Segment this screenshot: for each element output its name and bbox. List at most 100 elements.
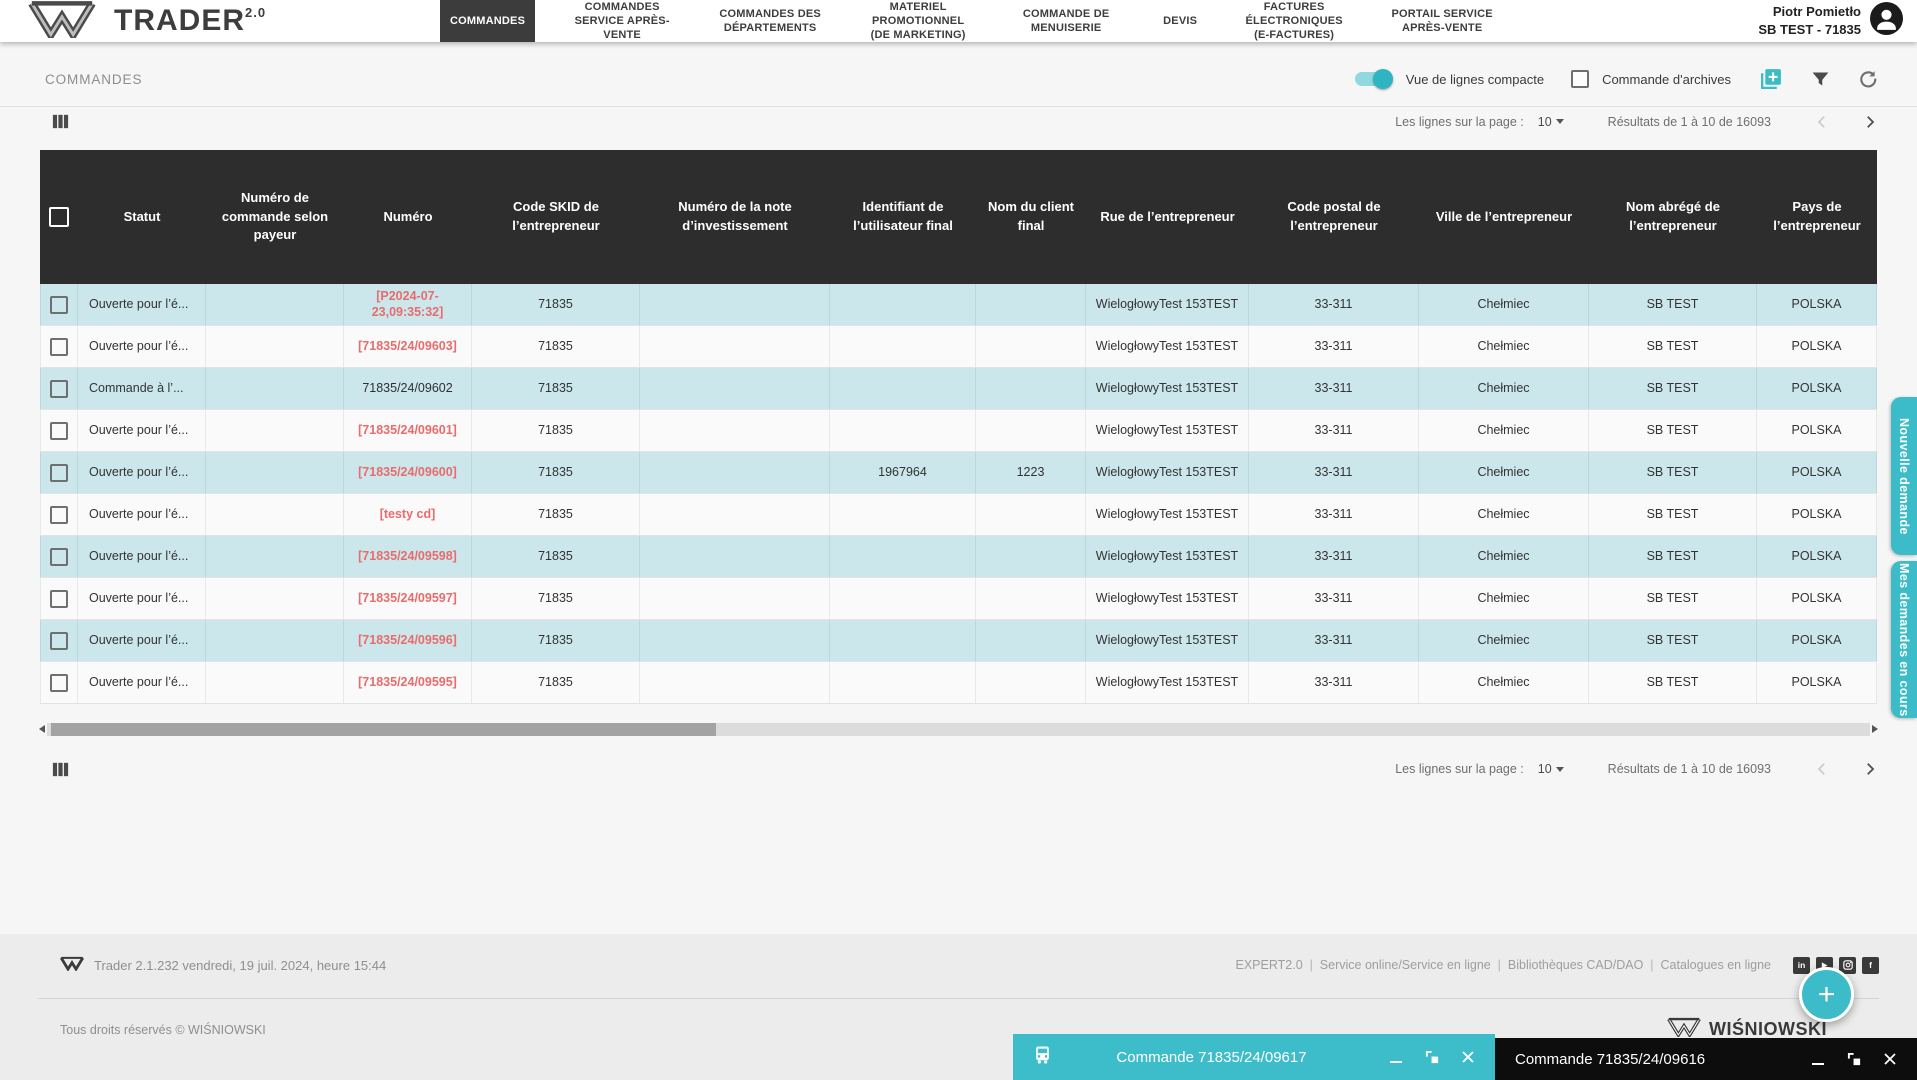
nav-item[interactable]: COMMANDES DES DÉPARTEMENTS — [709, 0, 831, 42]
cell-postal-code: 33-311 — [1249, 284, 1419, 325]
copyright-text: Tous droits réservés © WIŚNIOWSKI — [60, 1022, 266, 1037]
nav-item[interactable]: PORTAIL SERVICE APRÈS-VENTE — [1381, 0, 1503, 42]
nav-item[interactable]: DEVIS — [1153, 0, 1207, 42]
scrollbar-thumb[interactable] — [51, 722, 717, 736]
cell-city: Chełmiec — [1419, 536, 1589, 577]
cell-order-number-link[interactable]: [71835/24/09601] — [344, 410, 472, 451]
column-header[interactable]: Identifiant de l’utilisateur final — [830, 150, 976, 284]
cell-status: Ouverte pour l’é... — [78, 578, 206, 619]
next-page-button[interactable] — [1861, 113, 1879, 131]
prev-page-button[interactable] — [1813, 760, 1831, 778]
column-header[interactable]: Numéro de la note d’investissement — [640, 150, 830, 284]
facebook-icon[interactable]: f — [1862, 956, 1879, 974]
nav-item[interactable]: MATERIEL PROMOTIONNEL (DE MARKETING) — [857, 0, 979, 42]
row-checkbox[interactable] — [50, 421, 68, 440]
scrollbar-track[interactable] — [47, 722, 1870, 736]
cell-order-number-link[interactable]: [71835/24/09598] — [344, 536, 472, 577]
column-header[interactable]: Code SKID de l’entrepreneur — [472, 150, 640, 284]
row-checkbox[interactable] — [50, 547, 68, 566]
column-header[interactable]: Nom abrégé de l’entrepreneur — [1589, 150, 1757, 284]
select-all-cell — [40, 150, 78, 284]
cell-payer-order-no — [206, 326, 344, 367]
row-checkbox[interactable] — [50, 295, 68, 314]
column-header[interactable]: Nom du client final — [976, 150, 1086, 284]
cell-order-number-link[interactable]: [testy cd] — [344, 494, 472, 535]
cell-order-number-link[interactable]: [71835/24/09603] — [344, 326, 472, 367]
scroll-right-arrow[interactable] — [1870, 725, 1880, 733]
table-row[interactable]: Ouverte pour l’é... [71835/24/09598] 718… — [40, 536, 1877, 578]
scroll-left-arrow[interactable] — [37, 725, 47, 733]
column-settings-icon[interactable] — [51, 760, 70, 779]
table-row[interactable]: Ouverte pour l’é... [71835/24/09596] 718… — [40, 620, 1877, 662]
row-checkbox-cell — [40, 410, 78, 451]
column-header[interactable]: Numéro de commande selon payeur — [206, 150, 344, 284]
side-tab-my-requests[interactable]: Mes demandes en cours — [1891, 561, 1917, 718]
brand-logo[interactable]: TRADER 2.0 — [28, 0, 440, 43]
minimized-window-order-09616[interactable]: Commande 71835/24/09616 — [1495, 1038, 1917, 1080]
footer-link[interactable]: Catalogues en ligne — [1643, 958, 1772, 972]
cell-order-number-link[interactable]: 71835/24/09602 — [344, 368, 472, 409]
rows-per-page-select[interactable]: 10 — [1538, 115, 1564, 129]
row-checkbox[interactable] — [50, 589, 68, 608]
new-order-icon[interactable] — [1758, 67, 1783, 92]
user-menu[interactable]: Piotr Pomietło SB TEST - 71835 — [1758, 2, 1917, 40]
column-header[interactable]: Pays de l’entrepreneur — [1757, 150, 1877, 284]
column-header[interactable]: Numéro — [344, 150, 472, 284]
refresh-icon[interactable] — [1858, 69, 1879, 90]
linkedin-icon[interactable]: in — [1793, 956, 1810, 974]
add-new-fab-button[interactable]: + — [1799, 967, 1854, 1022]
cell-order-number-link[interactable]: [P2024-07-23,09:35:32] — [344, 284, 472, 325]
row-checkbox[interactable] — [50, 505, 68, 524]
cell-order-number-link[interactable]: [71835/24/09597] — [344, 578, 472, 619]
cell-order-number-link[interactable]: [71835/24/09596] — [344, 620, 472, 661]
nav-item[interactable]: FACTURES ÉLECTRONIQUES (E-FACTURES) — [1233, 0, 1355, 42]
restore-window-icon[interactable] — [1421, 1046, 1443, 1068]
table-row[interactable]: Ouverte pour l’é... [P2024-07-23,09:35:3… — [40, 284, 1877, 326]
minimized-window-order-09617[interactable]: Commande 71835/24/09617 — [1013, 1034, 1495, 1080]
close-icon[interactable] — [1457, 1046, 1479, 1068]
prev-page-button[interactable] — [1813, 113, 1831, 131]
rows-per-page-label: Les lignes sur la page : — [1395, 762, 1524, 776]
table-row[interactable]: Ouverte pour l’é... [71835/24/09595] 718… — [40, 662, 1877, 704]
column-settings-icon[interactable] — [51, 112, 70, 131]
close-icon[interactable] — [1879, 1048, 1901, 1070]
row-checkbox[interactable] — [50, 673, 68, 692]
column-header[interactable]: Statut — [78, 150, 206, 284]
restore-window-icon[interactable] — [1843, 1048, 1865, 1070]
minimize-icon[interactable] — [1807, 1048, 1829, 1070]
footer-link[interactable]: Service online/Service en ligne — [1303, 958, 1491, 972]
column-header[interactable]: Ville de l’entrepreneur — [1419, 150, 1589, 284]
avatar-icon[interactable] — [1870, 2, 1903, 40]
cell-short-name: SB TEST — [1589, 620, 1757, 661]
column-header[interactable]: Code postal de l’entrepreneur — [1249, 150, 1419, 284]
select-all-checkbox[interactable] — [49, 207, 69, 227]
table-row[interactable]: Ouverte pour l’é... [71835/24/09601] 718… — [40, 410, 1877, 452]
filter-icon[interactable] — [1810, 69, 1831, 90]
rows-per-page-select[interactable]: 10 — [1538, 762, 1564, 776]
cell-short-name: SB TEST — [1589, 578, 1757, 619]
archive-orders-checkbox[interactable] — [1571, 70, 1590, 88]
nav-item[interactable]: COMMANDES SERVICE APRÈS-VENTE — [561, 0, 683, 42]
side-tab-new-request[interactable]: Nouvelle demande — [1891, 397, 1917, 555]
nav-item[interactable]: COMMANDE DE MENUISERIE — [1005, 0, 1127, 42]
footer-link[interactable]: Bibliothèques CAD/DAO — [1491, 958, 1643, 972]
cell-order-number-link[interactable]: [71835/24/09600] — [344, 452, 472, 493]
row-checkbox[interactable] — [50, 631, 68, 650]
row-checkbox[interactable] — [50, 337, 68, 356]
next-page-button[interactable] — [1861, 760, 1879, 778]
cell-order-number-link[interactable]: [71835/24/09595] — [344, 662, 472, 703]
top-navigation: TRADER 2.0 COMMANDES COMMANDES SERVICE AP… — [0, 0, 1917, 42]
table-row[interactable]: Commande à l’... 71835/24/09602 71835 Wi… — [40, 368, 1877, 410]
cell-end-user-id — [830, 578, 976, 619]
column-header[interactable]: Rue de l’entrepreneur — [1086, 150, 1249, 284]
row-checkbox[interactable] — [50, 463, 68, 482]
row-checkbox[interactable] — [50, 379, 68, 398]
table-row[interactable]: Ouverte pour l’é... [testy cd] 71835 Wie… — [40, 494, 1877, 536]
minimize-icon[interactable] — [1385, 1046, 1407, 1068]
table-row[interactable]: Ouverte pour l’é... [71835/24/09597] 718… — [40, 578, 1877, 620]
nav-item[interactable]: COMMANDES — [440, 0, 536, 42]
table-row[interactable]: Ouverte pour l’é... [71835/24/09603] 718… — [40, 326, 1877, 368]
table-row[interactable]: Ouverte pour l’é... [71835/24/09600] 718… — [40, 452, 1877, 494]
compact-view-toggle[interactable] — [1354, 69, 1393, 89]
footer-link[interactable]: EXPERT2.0 — [1235, 958, 1302, 972]
